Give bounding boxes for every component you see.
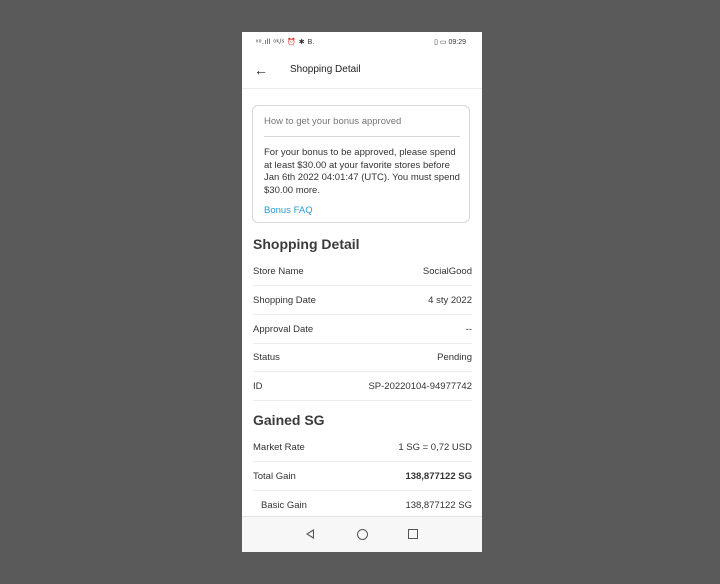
shopping-detail-heading: Shopping Detail <box>253 236 360 252</box>
gain-row-market-rate: Market Rate 1 SG = 0,72 USD <box>253 433 472 462</box>
phone-screen: ᵛᵒ.ıll ᵒᵏ/ˢ ⏰ ✱ B. ▯ ▭ 09:29 ← Shopping … <box>242 32 482 552</box>
row-label: Market Rate <box>253 442 305 453</box>
row-label: Status <box>253 352 280 363</box>
bonus-card-text: For your bonus to be approved, please sp… <box>264 147 460 196</box>
status-bar: ᵛᵒ.ıll ᵒᵏ/ˢ ⏰ ✱ B. ▯ ▭ 09:29 <box>242 32 482 50</box>
page-title: Shopping Detail <box>290 64 361 75</box>
row-value: Pending <box>437 352 472 363</box>
row-label: Store Name <box>253 266 304 277</box>
row-value: -- <box>465 324 472 335</box>
status-bar-left: ᵛᵒ.ıll ᵒᵏ/ˢ ⏰ ✱ B. <box>256 39 316 46</box>
nav-recent-apps-icon[interactable] <box>408 529 418 539</box>
row-label: Approval Date <box>253 324 314 335</box>
detail-row-shopping-date: Shopping Date 4 sty 2022 <box>253 286 472 315</box>
back-arrow-icon[interactable]: ← <box>252 61 270 79</box>
nav-home-icon[interactable] <box>357 529 368 540</box>
detail-row-id: ID SP-20220104-94977742 <box>253 372 472 401</box>
detail-row-approval-date: Approval Date -- <box>253 315 472 344</box>
gain-row-basic-gain: Basic Gain 138,877122 SG <box>253 491 472 519</box>
detail-row-store-name: Store Name SocialGood <box>253 257 472 286</box>
row-value: 1 SG = 0,72 USD <box>398 442 472 453</box>
row-value: 4 sty 2022 <box>428 295 472 306</box>
nav-back-icon[interactable] <box>306 529 314 539</box>
bonus-info-card: How to get your bonus approved For your … <box>252 105 470 223</box>
row-label: ID <box>253 381 263 392</box>
bonus-card-heading: How to get your bonus approved <box>264 116 460 137</box>
gained-sg-heading: Gained SG <box>253 412 325 428</box>
row-value: 138,877122 SG <box>405 500 472 511</box>
system-nav-bar <box>242 516 482 552</box>
app-bar: ← Shopping Detail <box>242 54 482 89</box>
row-label: Basic Gain <box>261 500 307 511</box>
gain-row-total-gain: Total Gain 138,877122 SG <box>253 462 472 491</box>
row-value: SP-20220104-94977742 <box>368 381 472 392</box>
row-value: 138,877122 SG <box>405 471 472 482</box>
detail-row-status: Status Pending <box>253 343 472 372</box>
status-bar-right: ▯ ▭ 09:29 <box>434 39 466 46</box>
row-value: SocialGood <box>422 266 472 277</box>
row-label: Shopping Date <box>253 295 316 306</box>
bonus-faq-link[interactable]: Bonus FAQ <box>264 205 313 216</box>
row-label: Total Gain <box>253 471 296 482</box>
